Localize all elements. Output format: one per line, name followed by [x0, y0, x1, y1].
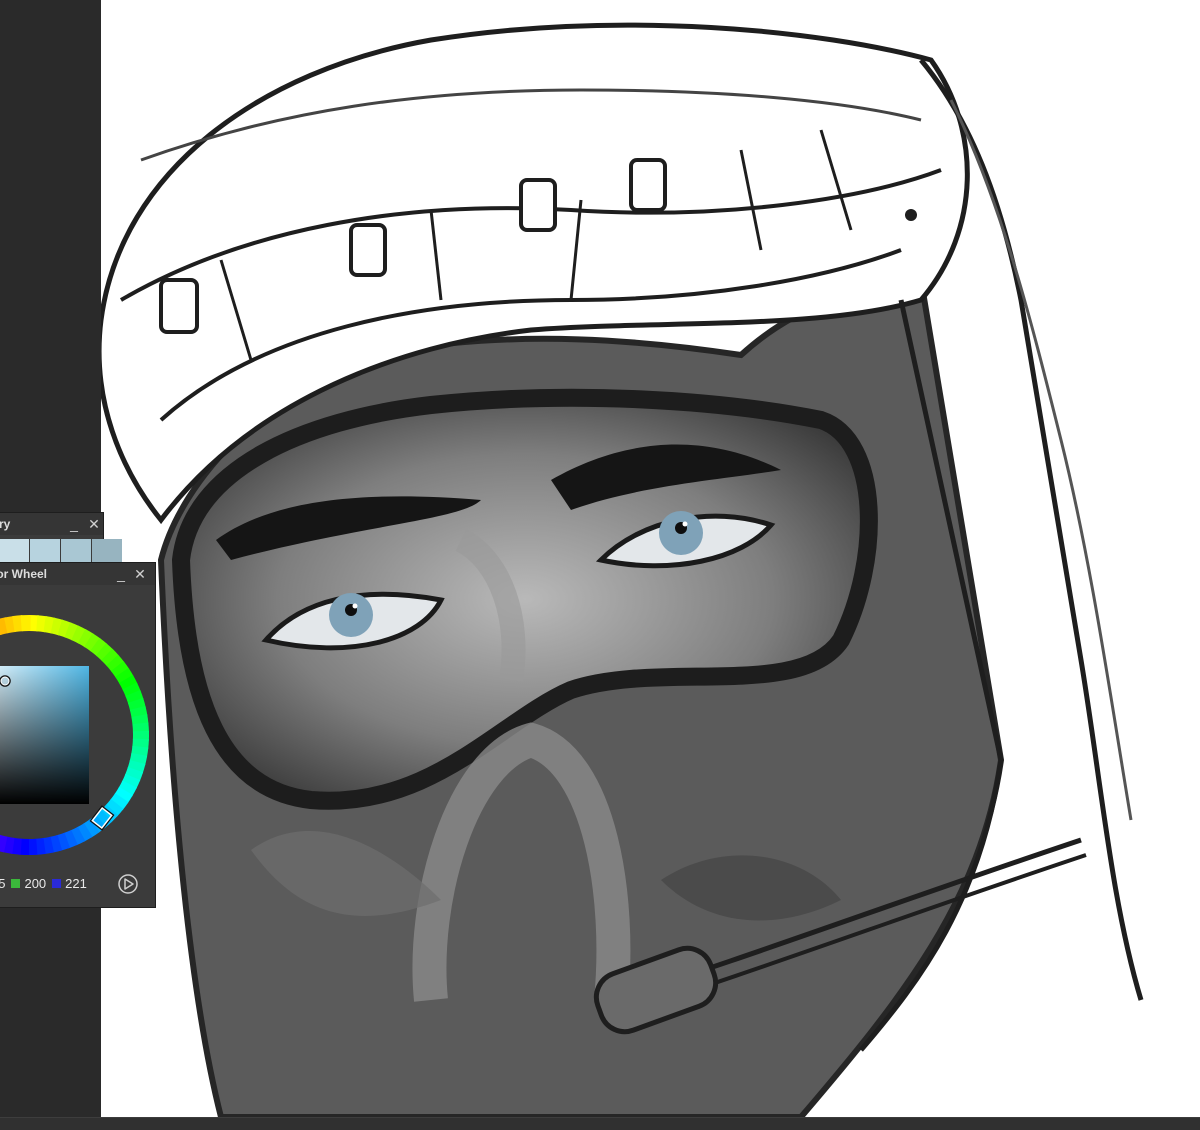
color-mode-play-icon[interactable] [117, 873, 139, 895]
minimize-button[interactable]: _ [67, 513, 81, 535]
rgb-readout: 35 200 221 [0, 873, 87, 893]
green-value[interactable]: 200 [24, 876, 46, 891]
artwork [101, 22, 1144, 1117]
close-button[interactable]: ✕ [133, 563, 147, 585]
color-wheel[interactable] [0, 587, 157, 873]
red-value[interactable]: 35 [0, 876, 5, 891]
blue-value[interactable]: 221 [65, 876, 87, 891]
close-button[interactable]: ✕ [87, 513, 101, 535]
minimize-button[interactable]: _ [114, 563, 128, 585]
color-wheel-panel: lor Wheel _ ✕ 35 200 221 [0, 562, 156, 908]
green-channel-chip [11, 878, 21, 888]
blue-channel-chip [52, 878, 62, 888]
hue-ring-segment[interactable] [20, 615, 31, 632]
status-bar [0, 1117, 1200, 1130]
panel-title: lor Wheel [0, 563, 155, 585]
drawing-canvas[interactable] [101, 0, 1200, 1117]
